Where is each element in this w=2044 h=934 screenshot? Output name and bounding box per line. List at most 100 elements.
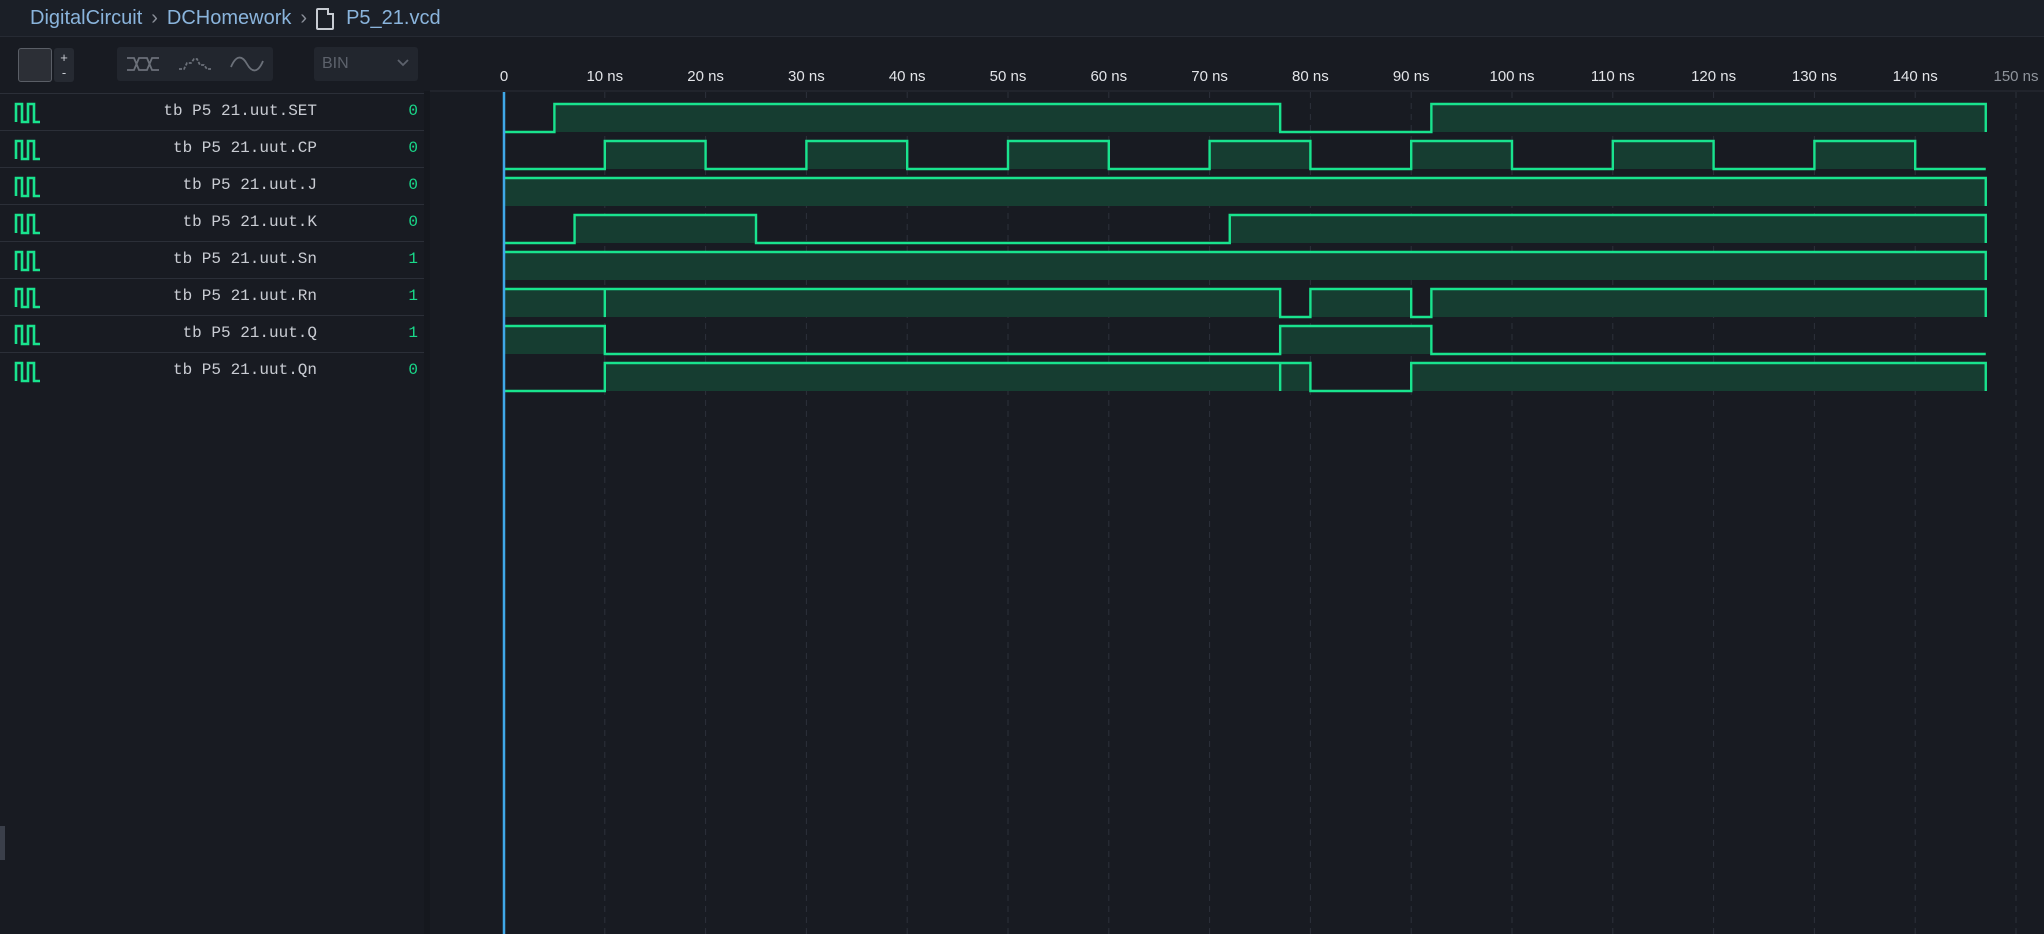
file-icon bbox=[316, 8, 335, 30]
stepped-render-icon[interactable] bbox=[178, 55, 212, 73]
high-fill bbox=[504, 289, 605, 317]
signal-row[interactable]: tb P5 21.uut.Rn 1 bbox=[0, 278, 424, 314]
time-tick-label: 80 ns bbox=[1292, 68, 1329, 85]
waveform-icon bbox=[14, 175, 44, 204]
breadcrumb: DigitalCircuit › DCHomework › P5_21.vcd bbox=[0, 0, 2044, 37]
high-fill bbox=[1209, 141, 1311, 169]
breadcrumb-item-digitalcircuit[interactable]: DigitalCircuit bbox=[30, 7, 142, 30]
chevron-down-icon bbox=[396, 55, 410, 73]
binary-render-icon[interactable] bbox=[126, 55, 160, 73]
time-tick-label: 110 ns bbox=[1590, 68, 1635, 85]
high-fill bbox=[504, 178, 1986, 206]
toolbar: + - BIN bbox=[0, 38, 430, 88]
waveform-icon bbox=[14, 138, 44, 167]
signal-row[interactable]: tb P5 21.uut.CP 0 bbox=[0, 130, 424, 166]
signal-value: 0 bbox=[408, 361, 418, 379]
breadcrumb-file[interactable]: P5_21.vcd bbox=[346, 7, 441, 30]
waveform-trace[interactable] bbox=[504, 250, 1987, 280]
signal-value: 0 bbox=[408, 102, 418, 120]
time-tick-label: 30 ns bbox=[788, 68, 825, 85]
time-tick-label: 70 ns bbox=[1191, 68, 1228, 85]
waveform-icon bbox=[14, 249, 44, 278]
waveform-trace[interactable] bbox=[504, 287, 1987, 319]
time-tick-label: 140 ns bbox=[1892, 68, 1938, 85]
format-select-value: BIN bbox=[322, 55, 349, 72]
chevron-right-icon: › bbox=[300, 6, 308, 29]
high-fill bbox=[1008, 141, 1109, 169]
signal-row[interactable]: tb P5 21.uut.J 0 bbox=[0, 167, 424, 203]
high-fill bbox=[1280, 363, 1311, 391]
waveform-viewer[interactable]: 0 10 ns 20 ns 30 ns 40 ns 50 ns 60 ns 70 ns 80 n… bbox=[430, 56, 2044, 934]
time-tick-label: 60 ns bbox=[1090, 68, 1128, 85]
signal-value: 0 bbox=[408, 139, 418, 157]
time-tick-label: 90 ns bbox=[1392, 68, 1430, 85]
time-tick-label: 100 ns bbox=[1489, 68, 1535, 85]
signal-list: tb P5 21.uut.SET 0 tb P5 21.uut.CP 0 tb P5 2… bbox=[0, 91, 425, 934]
chevron-right-icon: › bbox=[151, 6, 158, 29]
high-fill bbox=[1431, 104, 1986, 132]
zoom-out-button[interactable]: - bbox=[62, 65, 66, 80]
signal-name: tb P5 21.uut.J bbox=[182, 176, 317, 194]
high-fill bbox=[504, 252, 1986, 280]
high-fill bbox=[1814, 141, 1916, 169]
waveform-trace[interactable] bbox=[504, 176, 1987, 206]
waveform-trace[interactable] bbox=[504, 139, 1986, 171]
signal-name: tb P5 21.uut.Rn bbox=[172, 287, 317, 305]
high-fill bbox=[806, 141, 908, 169]
time-tick-label: 150 ns bbox=[1993, 68, 2039, 85]
signal-name: tb P5 21.uut.Qn bbox=[172, 361, 317, 379]
signal-name: tb P5 21.uut.Q bbox=[182, 324, 317, 342]
waveform-trace[interactable] bbox=[504, 361, 1987, 393]
waveform-trace[interactable] bbox=[504, 324, 1986, 356]
time-tick-label: 130 ns bbox=[1791, 68, 1837, 85]
time-tick-label: 50 ns bbox=[989, 68, 1027, 85]
high-fill bbox=[1229, 215, 1986, 243]
signal-row[interactable]: tb P5 21.uut.Q 1 bbox=[0, 315, 424, 351]
zoom-stepper[interactable]: + - bbox=[54, 48, 74, 82]
high-fill bbox=[1411, 363, 1986, 391]
color-swatch-button[interactable] bbox=[18, 48, 52, 82]
signal-value: 1 bbox=[408, 324, 418, 342]
waveform-trace[interactable] bbox=[504, 213, 1987, 245]
time-tick-label: 120 ns bbox=[1691, 68, 1737, 85]
high-fill bbox=[1411, 141, 1512, 169]
breadcrumb-item-dchomework[interactable]: DCHomework bbox=[167, 7, 291, 30]
waveform-icon bbox=[14, 323, 44, 352]
waveform-icon bbox=[14, 101, 44, 130]
waveform-icon bbox=[14, 286, 44, 315]
time-tick-label: 20 ns bbox=[687, 68, 724, 85]
waveform-canvas[interactable] bbox=[430, 56, 2044, 934]
signal-value: 0 bbox=[408, 213, 418, 231]
signal-name: tb P5 21.uut.K bbox=[182, 213, 317, 231]
time-tick-label: 0 bbox=[499, 68, 509, 85]
high-fill bbox=[574, 215, 756, 243]
signal-value: 1 bbox=[408, 287, 418, 305]
high-fill bbox=[604, 289, 1281, 317]
signal-name: tb P5 21.uut.Sn bbox=[172, 250, 317, 268]
signal-value: 1 bbox=[408, 250, 418, 268]
format-select[interactable]: BIN bbox=[314, 47, 418, 81]
sine-render-icon[interactable] bbox=[230, 55, 264, 73]
waveform-icon bbox=[14, 212, 44, 241]
signal-name: tb P5 21.uut.CP bbox=[172, 139, 317, 157]
waveform-trace[interactable] bbox=[504, 102, 1987, 134]
waveform-line bbox=[504, 324, 1986, 356]
high-fill bbox=[1431, 289, 1986, 317]
waveform-icon bbox=[14, 360, 44, 389]
signal-name: tb P5 21.uut.SET bbox=[163, 102, 317, 120]
scroll-grip[interactable] bbox=[0, 826, 5, 860]
signal-row[interactable]: tb P5 21.uut.SET 0 bbox=[0, 93, 424, 129]
signal-row[interactable]: tb P5 21.uut.Sn 1 bbox=[0, 241, 424, 277]
signal-value: 0 bbox=[408, 176, 418, 194]
signal-row[interactable]: tb P5 21.uut.K 0 bbox=[0, 204, 424, 240]
high-fill bbox=[1612, 141, 1714, 169]
high-fill bbox=[1280, 326, 1432, 354]
time-tick-label: 40 ns bbox=[888, 68, 926, 85]
signal-row[interactable]: tb P5 21.uut.Qn 0 bbox=[0, 352, 424, 388]
high-fill bbox=[554, 104, 1281, 132]
high-fill bbox=[1310, 289, 1412, 317]
high-fill bbox=[604, 363, 1281, 391]
time-tick-label: 10 ns bbox=[586, 68, 624, 85]
zoom-in-button[interactable]: + bbox=[60, 50, 68, 65]
render-mode-group bbox=[117, 47, 273, 81]
